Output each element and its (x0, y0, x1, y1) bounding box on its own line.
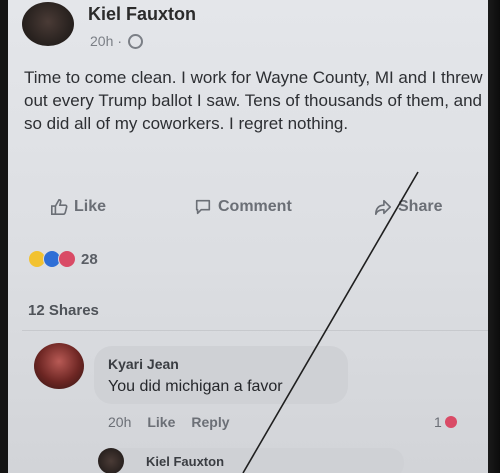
comment-time[interactable]: 20h (108, 414, 131, 430)
reply-author-name[interactable]: Kiel Fauxton (146, 454, 224, 469)
reaction-summary[interactable]: 28 (28, 250, 98, 268)
comment-reaction-count: 1 (434, 414, 442, 430)
comment-icon (195, 199, 211, 215)
like-button[interactable]: Like (50, 198, 106, 216)
share-count[interactable]: 12 Shares (28, 302, 99, 319)
comment-meta: 20h Like Reply (108, 414, 230, 430)
commenter-name[interactable]: Kyari Jean (108, 356, 179, 372)
thumbs-up-icon (50, 198, 68, 216)
reply-author-avatar[interactable] (98, 448, 124, 473)
love-icon (58, 250, 76, 268)
post-meta: 20h · (90, 33, 144, 49)
share-icon (374, 199, 392, 216)
divider (22, 330, 494, 331)
comment-reply-button[interactable]: Reply (191, 414, 229, 430)
meta-separator: · (117, 33, 123, 49)
globe-icon (128, 33, 144, 49)
device-edge (488, 0, 500, 473)
author-avatar[interactable] (22, 2, 74, 46)
post-action-bar: Like Comment Share (8, 198, 494, 224)
comment-reaction[interactable]: 1 (434, 414, 457, 430)
post-body: Time to come clean. I work for Wayne Cou… (24, 68, 483, 133)
love-icon (444, 416, 457, 428)
comment-label: Comment (218, 198, 292, 215)
reaction-count: 28 (81, 250, 98, 268)
post-time[interactable]: 20h (90, 33, 113, 49)
comment-like-button[interactable]: Like (147, 414, 175, 430)
post-author-name[interactable]: Kiel Fauxton (88, 4, 196, 25)
comment-button[interactable]: Comment (194, 198, 292, 216)
commenter-avatar[interactable] (34, 343, 84, 389)
share-label: Share (398, 198, 443, 215)
share-button[interactable]: Share (374, 198, 442, 216)
phone-screen: Kiel Fauxton 20h · Time to come clean. I… (8, 0, 494, 473)
comment-text: You did michigan a favor (108, 378, 283, 395)
like-label: Like (74, 198, 107, 215)
